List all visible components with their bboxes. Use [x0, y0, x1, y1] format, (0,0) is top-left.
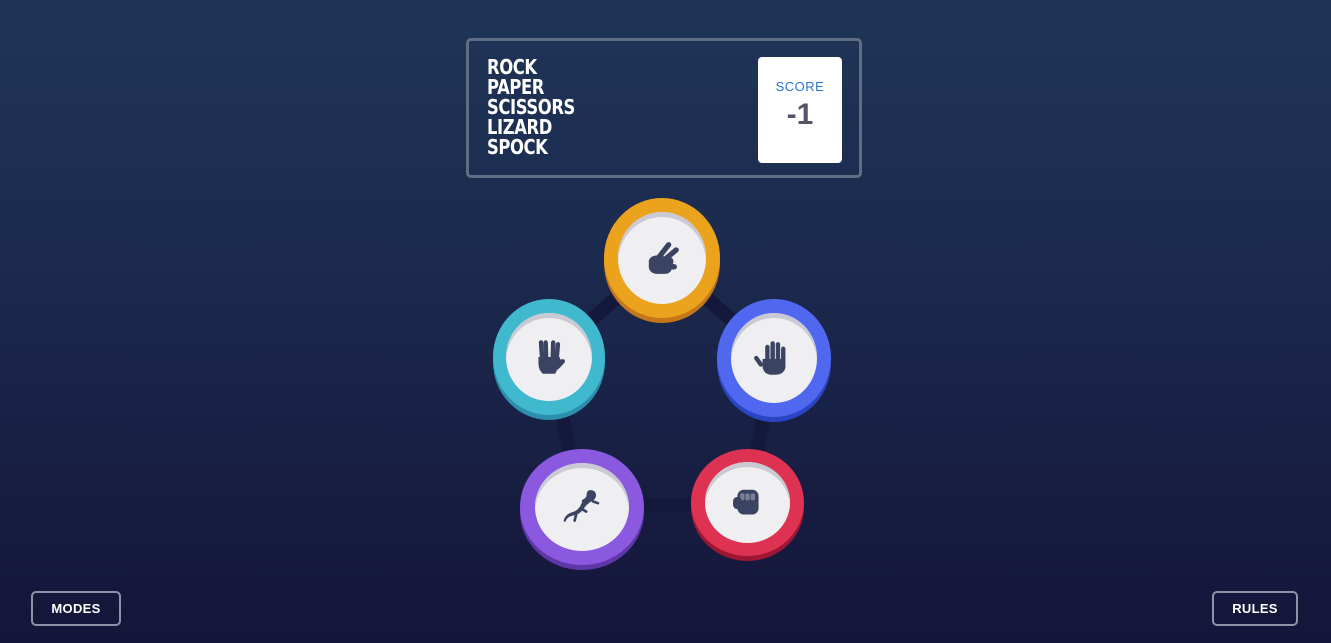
scissors-token-face [617, 212, 707, 304]
scissors-token[interactable] [604, 198, 720, 318]
paper-token[interactable] [717, 299, 831, 417]
score-box: SCORE -1 [758, 57, 842, 163]
lizard-icon [563, 490, 600, 522]
title-line-rock: ROCK [487, 55, 537, 79]
spock-hand-icon [538, 340, 565, 374]
game-title: ROCK PAPER SCISSORS LIZARD SPOCK [487, 57, 575, 157]
lizard-token[interactable] [520, 449, 644, 565]
title-line-paper: PAPER [487, 75, 545, 99]
scissors-hand-icon [648, 242, 679, 274]
score-label: SCORE [775, 79, 825, 94]
spock-token[interactable] [493, 299, 605, 415]
game-header: ROCK PAPER SCISSORS LIZARD SPOCK SCORE -… [466, 38, 862, 178]
score-value: -1 [786, 98, 814, 131]
title-line-spock: SPOCK [487, 135, 548, 159]
rules-button[interactable]: RULES [1212, 591, 1298, 626]
rock-fist-icon [732, 489, 759, 514]
title-line-lizard: LIZARD [487, 115, 552, 139]
rock-token-face [704, 461, 791, 544]
spock-token-face [506, 312, 592, 402]
paper-token-face [730, 313, 818, 403]
title-line-scissors: SCISSORS [487, 95, 575, 119]
modes-button[interactable]: MODES [31, 591, 121, 626]
lizard-token-face [534, 462, 630, 552]
paper-hand-icon [754, 341, 786, 375]
rock-token[interactable] [691, 449, 804, 556]
game-board [490, 195, 840, 575]
